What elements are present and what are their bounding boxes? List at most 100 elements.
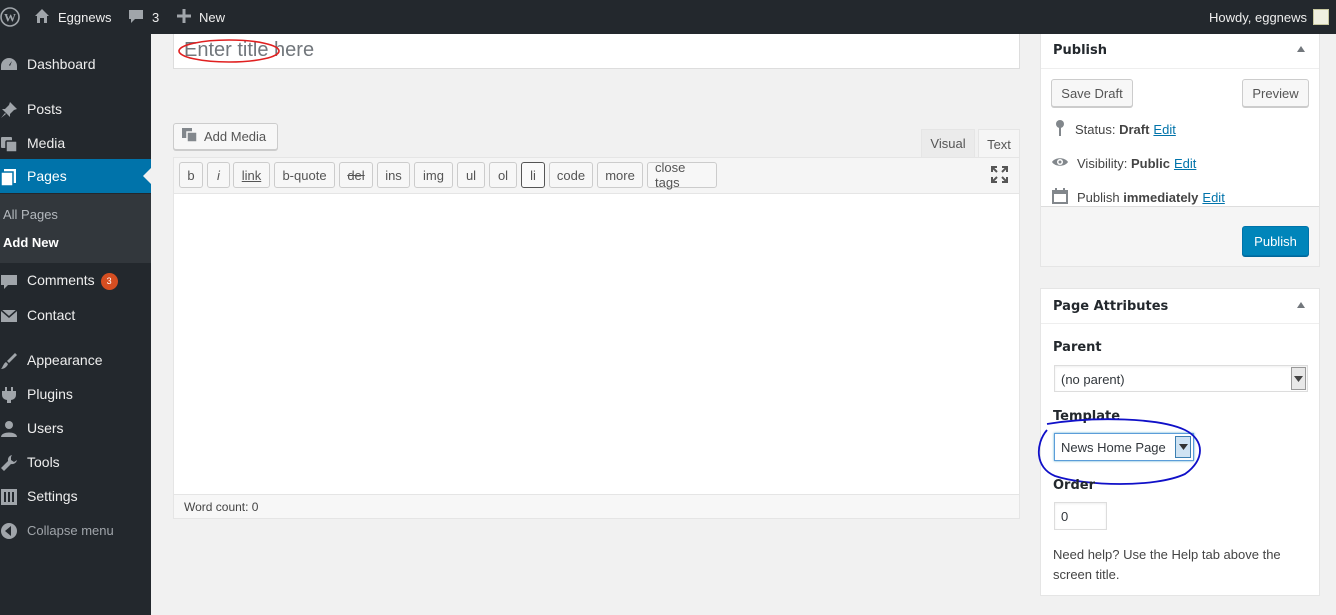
word-count: Word count: 0: [184, 500, 259, 514]
quicktag-label: img: [423, 167, 444, 183]
tab-text-label: Text: [987, 136, 1011, 152]
order-label: Order: [1053, 478, 1095, 493]
help-text: Need help? Use the Help tab above the sc…: [1053, 547, 1281, 582]
quicktag-ins[interactable]: ins: [377, 162, 410, 188]
pages-icon: [0, 168, 18, 187]
menu-item-label: Posts: [27, 101, 63, 117]
pages-submenu: All Pages Add New: [0, 194, 151, 263]
quicktag-more[interactable]: more: [597, 162, 643, 188]
quicktag-img[interactable]: img: [414, 162, 453, 188]
quicktag-ol[interactable]: ol: [489, 162, 517, 188]
site-name-link[interactable]: Eggnews: [34, 0, 111, 34]
publish-time-label: Publish: [1077, 190, 1124, 205]
quicktag-label: ul: [465, 167, 477, 183]
quicktag-i[interactable]: i: [207, 162, 230, 188]
status-bar: Word count: 0: [174, 494, 1019, 518]
title-input[interactable]: Enter title here: [173, 34, 1020, 69]
submenu-all-pages[interactable]: All Pages: [3, 207, 58, 222]
admin-bar: W Eggnews 3 New Howdy, eggnews: [0, 0, 1336, 34]
user-icon: [0, 420, 18, 438]
plugin-icon: [0, 386, 18, 404]
quicktag-label: more: [605, 167, 635, 183]
collapse-icon: [0, 522, 18, 540]
edit-visibility-link[interactable]: Edit: [1174, 156, 1196, 171]
eye-icon: [1051, 153, 1077, 174]
my-account-link[interactable]: Howdy, eggnews: [1209, 0, 1330, 34]
menu-item-appearance[interactable]: Appearance: [0, 343, 151, 377]
quicktag-label: code: [556, 167, 586, 183]
collapse-arrow-icon[interactable]: [1297, 46, 1305, 52]
quicktag-link[interactable]: link: [233, 162, 270, 188]
editor-container: Word count: 0: [173, 157, 1020, 519]
collapse-arrow-icon[interactable]: [1297, 302, 1305, 308]
preview-label: Preview: [1252, 85, 1299, 101]
visibility-label: Visibility:: [1077, 156, 1131, 171]
tab-visual[interactable]: Visual: [921, 129, 975, 157]
publish-heading: Publish: [1053, 43, 1107, 58]
brush-icon: [0, 352, 18, 370]
status-value: Draft: [1119, 122, 1150, 137]
wordpress-logo-icon[interactable]: W: [0, 0, 20, 34]
comment-icon: [128, 8, 144, 27]
publish-box-header[interactable]: Publish: [1041, 34, 1319, 69]
quicktag-label: i: [217, 167, 220, 183]
quicktag-label: b: [187, 167, 195, 183]
dropdown-arrow-icon: [1291, 367, 1306, 390]
avatar: [1313, 9, 1330, 25]
menu-item-label: Contact: [27, 307, 76, 323]
menu-item-contact[interactable]: Contact: [0, 298, 151, 332]
add-media-button[interactable]: Add Media: [173, 123, 278, 150]
menu-item-plugins[interactable]: Plugins: [0, 377, 151, 411]
comments-link[interactable]: 3: [128, 0, 159, 34]
red-annotation-circle: [178, 39, 280, 63]
menu-item-posts[interactable]: Posts: [0, 92, 151, 126]
quicktag-del[interactable]: del: [339, 162, 373, 188]
status-row: Status: Draft Edit: [1053, 119, 1176, 140]
menu-item-comments[interactable]: Comments 3: [0, 264, 151, 298]
content-textarea[interactable]: [174, 195, 1019, 494]
order-input[interactable]: 0: [1054, 502, 1107, 530]
preview-button[interactable]: Preview: [1242, 79, 1309, 107]
menu-item-tools[interactable]: Tools: [0, 445, 151, 479]
tab-visual-label: Visual: [930, 136, 966, 151]
page-attributes-header[interactable]: Page Attributes: [1041, 289, 1319, 324]
publish-button[interactable]: Publish: [1242, 226, 1309, 256]
tab-text[interactable]: Text: [978, 129, 1020, 158]
page-attributes-heading: Page Attributes: [1053, 299, 1169, 314]
menu-item-label: Pages: [27, 168, 67, 184]
quicktag-label: link: [241, 167, 262, 183]
edit-status-link[interactable]: Edit: [1153, 122, 1175, 137]
menu-item-settings[interactable]: Settings: [0, 479, 151, 513]
parent-select[interactable]: (no parent): [1054, 365, 1308, 392]
media-icon: [0, 135, 18, 153]
menu-item-label: Settings: [27, 488, 78, 504]
new-content-link[interactable]: New: [177, 0, 225, 34]
quicktag-code[interactable]: code: [549, 162, 593, 188]
submenu-add-new[interactable]: Add New: [3, 235, 59, 250]
quicktag-li[interactable]: li: [521, 162, 545, 188]
publish-button-label: Publish: [1254, 233, 1297, 249]
parent-select-value: (no parent): [1061, 372, 1125, 387]
settings-icon: [0, 488, 18, 506]
quicktag-close-tags[interactable]: close tags: [647, 160, 717, 190]
quicktag-ul[interactable]: ul: [457, 162, 485, 188]
media-icon: [182, 127, 198, 146]
menu-item-users[interactable]: Users: [0, 411, 151, 445]
quicktag-label: b-quote: [282, 167, 327, 183]
pin-icon: [1053, 119, 1075, 140]
pin-icon: [0, 101, 18, 119]
menu-item-label: Tools: [27, 454, 60, 470]
quicktag-b-quote[interactable]: b-quote: [274, 162, 335, 188]
menu-item-dashboard[interactable]: Dashboard: [0, 47, 151, 81]
current-menu-arrow: [143, 168, 151, 184]
menu-item-pages[interactable]: Pages: [0, 159, 151, 193]
quicktag-label: close tags: [655, 160, 686, 190]
quicktag-b[interactable]: b: [179, 162, 203, 188]
home-icon: [34, 8, 50, 27]
publish-time-row: Publish immediately Edit: [1051, 187, 1225, 208]
edit-publish-time-link[interactable]: Edit: [1202, 190, 1224, 205]
menu-item-media[interactable]: Media: [0, 126, 151, 160]
fullscreen-icon[interactable]: [990, 165, 1009, 184]
save-draft-button[interactable]: Save Draft: [1051, 79, 1133, 107]
collapse-menu-button[interactable]: Collapse menu: [0, 513, 151, 547]
